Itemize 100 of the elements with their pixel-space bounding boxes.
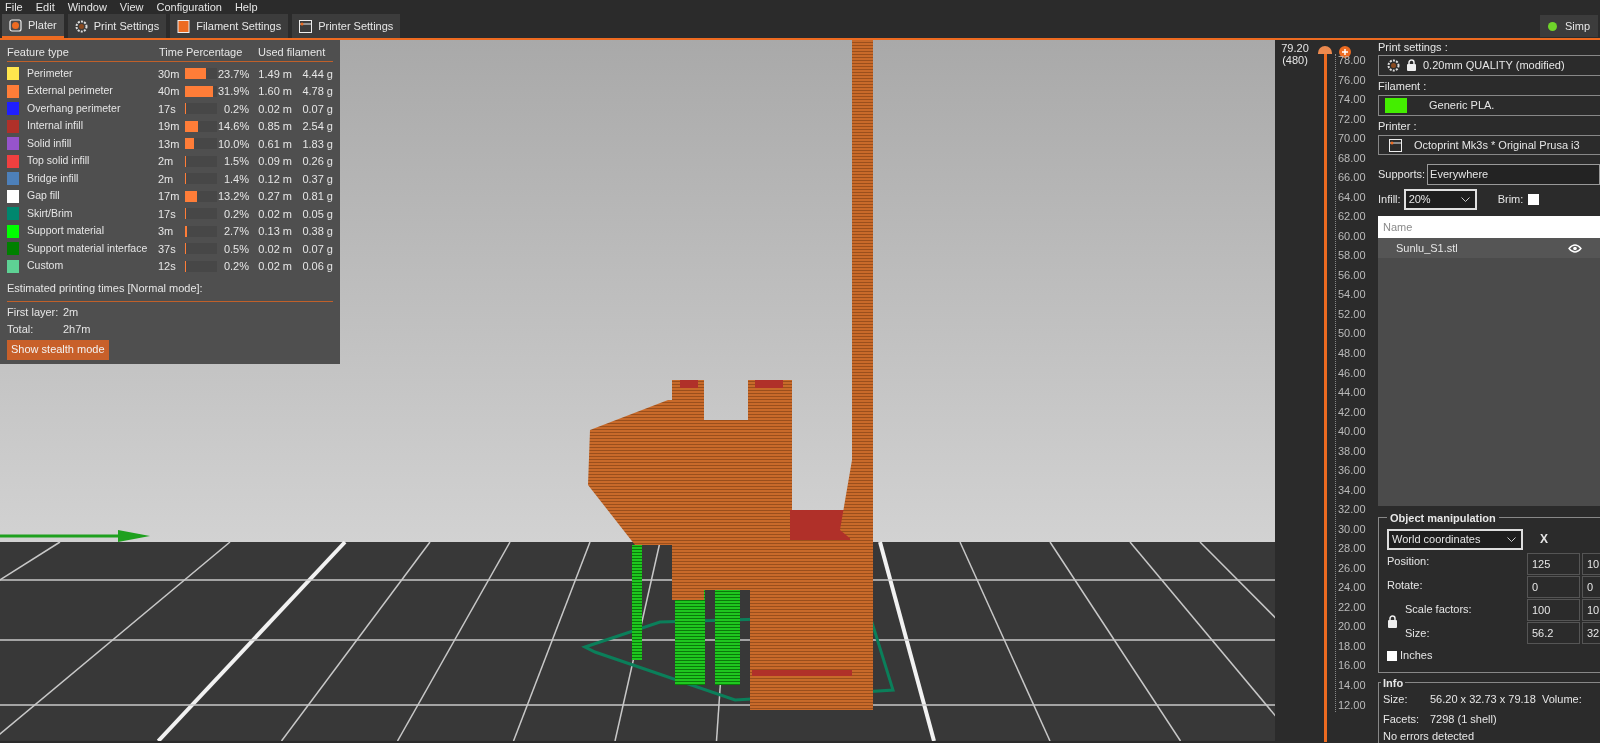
ruler-label: 58.00 [1338,249,1366,263]
number-field[interactable]: 125 [1527,553,1580,576]
number-field[interactable]: 56.2 [1527,622,1580,645]
length-value: 0.12 m [257,171,292,187]
time-value: 2h7m [63,322,91,338]
print-profile-select[interactable]: 0.20mm QUALITY (modified) [1378,55,1600,76]
time-label: First layer: [7,305,60,321]
weight-value: 0.26 g [301,154,333,169]
section-label: Print settings : [1378,40,1449,55]
filament-select[interactable]: Generic PLA. [1378,94,1600,116]
length-value: 0.61 m [257,136,292,152]
percentage-value: 0.2% [222,206,249,222]
ruler-label: 12.00 [1338,698,1366,712]
ruler-label: 78.00 [1338,54,1366,67]
coordinates-select[interactable]: World coordinates [1387,528,1523,550]
weight-value: 0.38 g [301,224,333,239]
spool-icon [177,19,191,33]
gear-icon [1387,58,1400,72]
ruler-label: 42.00 [1338,405,1366,419]
time-value: 19m [158,119,181,134]
time-value: 2m [158,154,175,169]
menu-item[interactable]: File [5,1,23,13]
ruler-label: 70.00 [1338,132,1366,146]
menu-item[interactable]: Configuration [156,1,222,13]
info-label: Volume: [1542,691,1582,707]
chevron-down-icon [1460,196,1470,202]
lock-icon [1406,59,1417,72]
tab[interactable]: Printer Settings [292,14,401,38]
length-value: 0.13 m [257,224,292,239]
add-color-change-icon[interactable] [1339,46,1351,58]
axis-label: X [1540,531,1548,549]
feature-name: Top solid infill [27,153,91,169]
menu-item[interactable]: View [119,1,144,13]
time-value: 37s [158,241,177,257]
supports-select[interactable]: Everywhere [1427,163,1600,185]
layer-height-value: 79.20 [1281,42,1309,54]
number-field[interactable]: 100 [1527,599,1580,622]
time-value: 30m [158,66,181,82]
ruler-label: 56.00 [1338,268,1366,282]
time-value: 3m [158,224,175,239]
percentage-value: 14.6% [218,119,249,134]
weight-value: 0.37 g [301,171,333,187]
feature-name: Support material [27,223,106,239]
menu-item[interactable]: Edit [35,1,55,13]
ruler-label: 22.00 [1338,600,1366,614]
infill-label: Infill: [1378,191,1401,207]
inches-checkbox[interactable] [1387,650,1397,661]
tab[interactable]: Print Settings [67,14,167,38]
time-value: 12s [158,259,177,274]
percentage-value: 23.7% [218,66,249,82]
feature-name: Solid infill [27,135,73,151]
slider-thumb[interactable] [1318,46,1332,54]
menu-item[interactable]: Help [234,1,258,13]
eye-icon[interactable] [1568,243,1582,253]
layer-number: (480) [1282,54,1308,66]
number-field[interactable]: 10 [1582,599,1600,622]
ruler-label: 40.00 [1338,425,1366,439]
mode-button[interactable]: Simp [1539,15,1598,37]
ruler-label: 54.00 [1338,288,1366,302]
percentage-value: 10.0% [218,136,249,152]
ruler-label: 44.00 [1338,386,1366,400]
object-row[interactable]: Sunlu_S1.stl [1378,238,1600,259]
number-field[interactable]: 32 [1582,622,1600,645]
number-field[interactable]: 10 [1582,553,1600,576]
feature-name: Internal infill [27,118,85,134]
stealth-mode-button[interactable]: Show stealth mode [7,339,109,360]
weight-value: 0.06 g [301,259,333,274]
ruler-label: 60.00 [1338,229,1366,243]
number-field[interactable]: 0 [1582,576,1600,599]
brim-checkbox[interactable] [1528,193,1540,205]
percentage-value: 1.5% [222,154,249,169]
length-value: 1.60 m [257,84,292,99]
ruler-label: 28.00 [1338,542,1366,556]
percentage-value: 31.9% [218,84,249,99]
brim-label: Brim: [1497,191,1524,207]
weight-value: 2.54 g [301,119,333,134]
tab[interactable]: Filament Settings [170,14,289,38]
tab[interactable]: Plater [2,14,64,38]
printer-icon [1389,138,1402,152]
ruler-label: 32.00 [1338,503,1366,517]
infill-select[interactable]: 20% [1403,188,1477,210]
inches-label: Inches [1400,648,1433,664]
time-value: 17s [158,101,177,117]
section-label: Printer : [1378,118,1418,134]
ruler-label: 64.00 [1338,190,1366,204]
supports-label: Supports: [1378,167,1426,183]
menu-item[interactable]: Window [67,1,107,13]
lock-icon[interactable] [1387,614,1398,628]
printer-select[interactable]: Octoprint Mk3s * Original Prusa i3 [1378,134,1600,156]
ruler-label: 38.00 [1338,444,1366,458]
weight-value: 0.07 g [301,241,333,257]
field-label: Scale factors: [1405,602,1472,618]
ruler-label: 76.00 [1338,73,1366,87]
number-field[interactable]: 0 [1527,576,1580,599]
info-label: Facets: [1383,711,1421,727]
name-column-header: Name [1383,219,1414,235]
time-value: 13m [158,136,181,152]
column-header: Feature type [7,45,70,61]
feature-name: Support material interface [27,240,149,256]
length-value: 0.02 m [257,241,292,257]
